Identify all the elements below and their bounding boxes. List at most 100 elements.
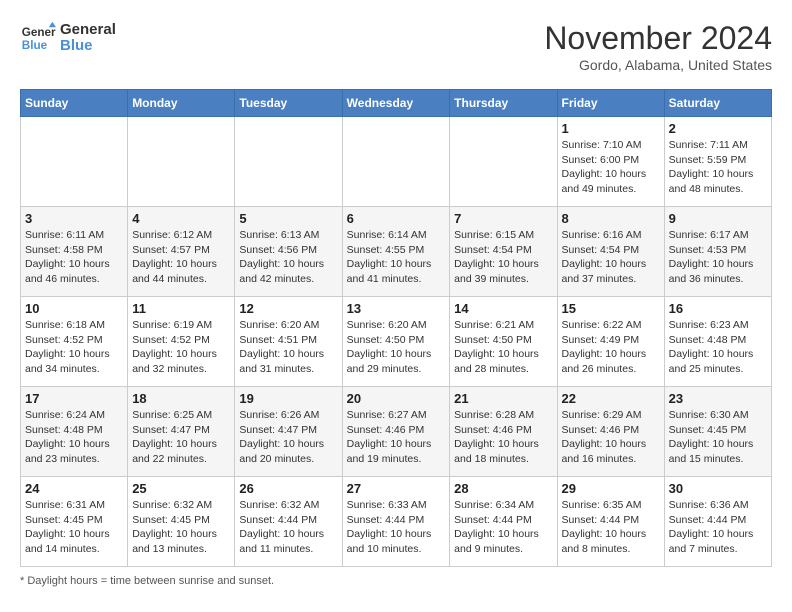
day-number: 26 [239, 481, 337, 496]
day-cell: 20 Sunrise: 6:27 AM Sunset: 4:46 PM Dayli… [342, 387, 450, 477]
day-cell: 12 Sunrise: 6:20 AM Sunset: 4:51 PM Dayli… [235, 297, 342, 387]
day-info: Sunrise: 6:13 AM Sunset: 4:56 PM Dayligh… [239, 228, 337, 287]
day-number: 21 [454, 391, 552, 406]
day-number: 30 [669, 481, 767, 496]
svg-text:General: General [22, 26, 56, 39]
day-info: Sunrise: 6:35 AM Sunset: 4:44 PM Dayligh… [562, 498, 660, 557]
day-number: 5 [239, 211, 337, 226]
day-cell: 17 Sunrise: 6:24 AM Sunset: 4:48 PM Dayli… [21, 387, 128, 477]
day-info: Sunrise: 6:25 AM Sunset: 4:47 PM Dayligh… [132, 408, 230, 467]
day-header-monday: Monday [128, 90, 235, 117]
day-cell: 9 Sunrise: 6:17 AM Sunset: 4:53 PM Daylig… [664, 207, 771, 297]
day-cell: 19Sunrise: 6:26 AM Sunset: 4:47 PM Dayli… [235, 387, 342, 477]
day-info: Sunrise: 6:24 AM Sunset: 4:48 PM Dayligh… [25, 408, 123, 467]
day-info: Sunrise: 6:26 AM Sunset: 4:47 PM Dayligh… [239, 408, 337, 467]
day-number: 15 [562, 301, 660, 316]
day-info: Sunrise: 6:21 AM Sunset: 4:50 PM Dayligh… [454, 318, 552, 377]
day-number: 29 [562, 481, 660, 496]
day-number: 25 [132, 481, 230, 496]
day-info: Sunrise: 6:20 AM Sunset: 4:51 PM Dayligh… [239, 318, 337, 377]
calendar-table: SundayMondayTuesdayWednesdayThursdayFrid… [20, 89, 772, 567]
day-cell [342, 117, 450, 207]
day-cell [21, 117, 128, 207]
day-number: 6 [347, 211, 446, 226]
day-info: Sunrise: 6:32 AM Sunset: 4:45 PM Dayligh… [132, 498, 230, 557]
day-cell: 13 Sunrise: 6:20 AM Sunset: 4:50 PM Dayli… [342, 297, 450, 387]
day-number: 20 [347, 391, 446, 406]
day-cell: 1Sunrise: 7:10 AM Sunset: 6:00 PM Daylig… [557, 117, 664, 207]
day-cell [450, 117, 557, 207]
day-number: 2 [669, 121, 767, 136]
logo-blue: Blue [60, 38, 116, 55]
day-cell: 28 Sunrise: 6:34 AM Sunset: 4:44 PM Dayli… [450, 477, 557, 567]
day-cell: 5 Sunrise: 6:13 AM Sunset: 4:56 PM Daylig… [235, 207, 342, 297]
logo: General Blue General Blue [20, 20, 116, 56]
month-title: November 2024 [544, 20, 772, 57]
day-cell: 4 Sunrise: 6:12 AM Sunset: 4:57 PM Daylig… [128, 207, 235, 297]
day-info: Sunrise: 6:12 AM Sunset: 4:57 PM Dayligh… [132, 228, 230, 287]
day-cell: 10 Sunrise: 6:18 AM Sunset: 4:52 PM Dayli… [21, 297, 128, 387]
day-number: 23 [669, 391, 767, 406]
day-cell: 2Sunrise: 7:11 AM Sunset: 5:59 PM Daylig… [664, 117, 771, 207]
day-info: Sunrise: 6:17 AM Sunset: 4:53 PM Dayligh… [669, 228, 767, 287]
day-info: Sunrise: 6:16 AM Sunset: 4:54 PM Dayligh… [562, 228, 660, 287]
day-cell: 11Sunrise: 6:19 AM Sunset: 4:52 PM Dayli… [128, 297, 235, 387]
day-cell: 16 Sunrise: 6:23 AM Sunset: 4:48 PM Dayli… [664, 297, 771, 387]
day-number: 17 [25, 391, 123, 406]
day-info: Sunrise: 7:10 AM Sunset: 6:00 PM Dayligh… [562, 138, 660, 197]
day-cell: 7Sunrise: 6:15 AM Sunset: 4:54 PM Daylig… [450, 207, 557, 297]
day-info: Sunrise: 6:11 AM Sunset: 4:58 PM Dayligh… [25, 228, 123, 287]
day-info: Sunrise: 6:30 AM Sunset: 4:45 PM Dayligh… [669, 408, 767, 467]
day-cell [128, 117, 235, 207]
day-cell: 8 Sunrise: 6:16 AM Sunset: 4:54 PM Daylig… [557, 207, 664, 297]
day-info: Sunrise: 6:23 AM Sunset: 4:48 PM Dayligh… [669, 318, 767, 377]
location: Gordo, Alabama, United States [544, 57, 772, 73]
day-cell: 14 Sunrise: 6:21 AM Sunset: 4:50 PM Dayli… [450, 297, 557, 387]
week-row-0: 1Sunrise: 7:10 AM Sunset: 6:00 PM Daylig… [21, 117, 772, 207]
logo-icon: General Blue [20, 20, 56, 56]
day-info: Sunrise: 6:31 AM Sunset: 4:45 PM Dayligh… [25, 498, 123, 557]
day-number: 7 [454, 211, 552, 226]
day-cell: 26Sunrise: 6:32 AM Sunset: 4:44 PM Dayli… [235, 477, 342, 567]
day-number: 22 [562, 391, 660, 406]
day-number: 14 [454, 301, 552, 316]
day-info: Sunrise: 6:14 AM Sunset: 4:55 PM Dayligh… [347, 228, 446, 287]
day-info: Sunrise: 6:29 AM Sunset: 4:46 PM Dayligh… [562, 408, 660, 467]
day-info: Sunrise: 6:22 AM Sunset: 4:49 PM Dayligh… [562, 318, 660, 377]
day-info: Sunrise: 6:33 AM Sunset: 4:44 PM Dayligh… [347, 498, 446, 557]
title-block: November 2024 Gordo, Alabama, United Sta… [544, 20, 772, 73]
day-cell: 25 Sunrise: 6:32 AM Sunset: 4:45 PM Dayli… [128, 477, 235, 567]
day-number: 24 [25, 481, 123, 496]
day-number: 4 [132, 211, 230, 226]
day-cell: 27 Sunrise: 6:33 AM Sunset: 4:44 PM Dayli… [342, 477, 450, 567]
day-info: Sunrise: 6:18 AM Sunset: 4:52 PM Dayligh… [25, 318, 123, 377]
day-number: 16 [669, 301, 767, 316]
logo-general: General [60, 22, 116, 39]
day-info: Sunrise: 6:34 AM Sunset: 4:44 PM Dayligh… [454, 498, 552, 557]
day-info: Sunrise: 6:19 AM Sunset: 4:52 PM Dayligh… [132, 318, 230, 377]
day-info: Sunrise: 6:20 AM Sunset: 4:50 PM Dayligh… [347, 318, 446, 377]
day-number: 28 [454, 481, 552, 496]
day-info: Sunrise: 6:28 AM Sunset: 4:46 PM Dayligh… [454, 408, 552, 467]
day-cell: 3Sunrise: 6:11 AM Sunset: 4:58 PM Daylig… [21, 207, 128, 297]
week-row-2: 10 Sunrise: 6:18 AM Sunset: 4:52 PM Dayli… [21, 297, 772, 387]
day-number: 27 [347, 481, 446, 496]
day-number: 8 [562, 211, 660, 226]
day-cell: 24 Sunrise: 6:31 AM Sunset: 4:45 PM Dayli… [21, 477, 128, 567]
day-number: 10 [25, 301, 123, 316]
day-header-sunday: Sunday [21, 90, 128, 117]
calendar-header-row: SundayMondayTuesdayWednesdayThursdayFrid… [21, 90, 772, 117]
day-cell: 21 Sunrise: 6:28 AM Sunset: 4:46 PM Dayli… [450, 387, 557, 477]
day-number: 9 [669, 211, 767, 226]
day-cell: 30Sunrise: 6:36 AM Sunset: 4:44 PM Dayli… [664, 477, 771, 567]
day-cell: 29 Sunrise: 6:35 AM Sunset: 4:44 PM Dayli… [557, 477, 664, 567]
day-cell: 15 Sunrise: 6:22 AM Sunset: 4:49 PM Dayli… [557, 297, 664, 387]
svg-text:Blue: Blue [22, 39, 48, 52]
week-row-4: 24 Sunrise: 6:31 AM Sunset: 4:45 PM Dayli… [21, 477, 772, 567]
day-number: 12 [239, 301, 337, 316]
day-number: 13 [347, 301, 446, 316]
day-header-wednesday: Wednesday [342, 90, 450, 117]
day-cell [235, 117, 342, 207]
day-header-friday: Friday [557, 90, 664, 117]
day-info: Sunrise: 6:27 AM Sunset: 4:46 PM Dayligh… [347, 408, 446, 467]
